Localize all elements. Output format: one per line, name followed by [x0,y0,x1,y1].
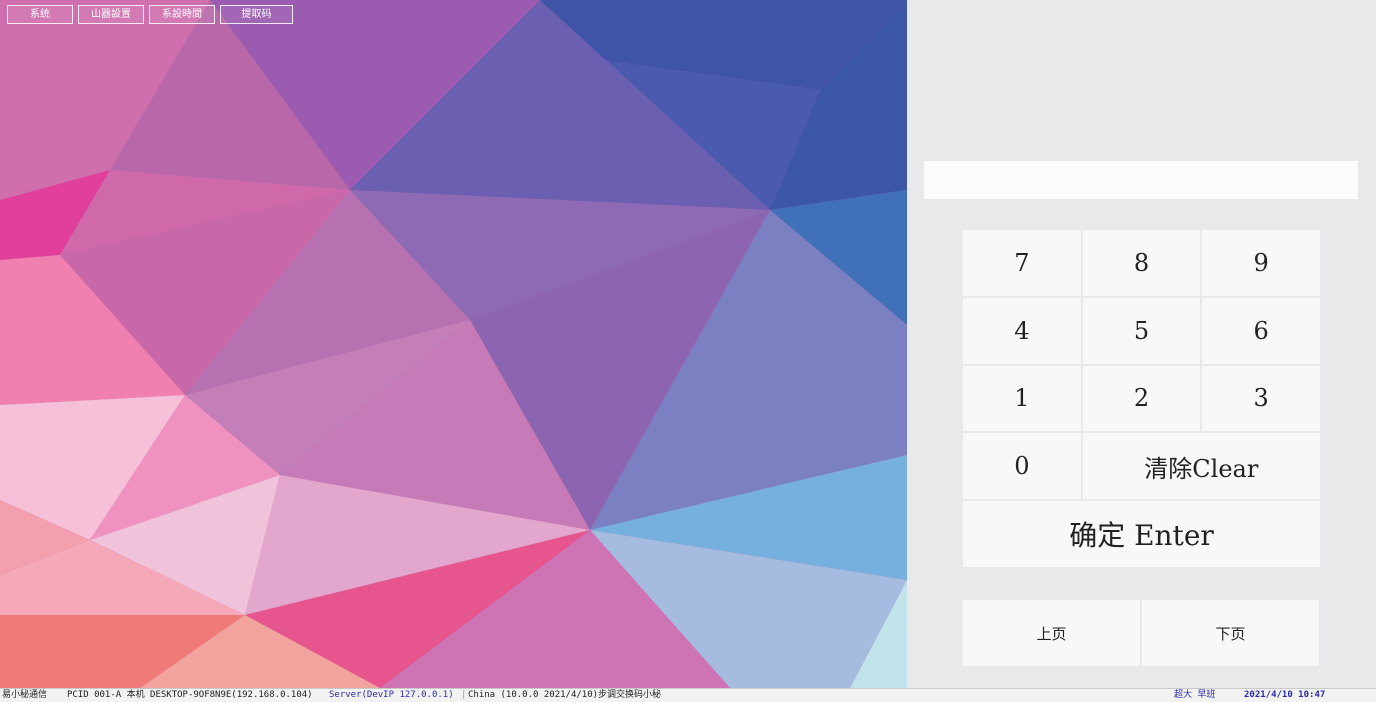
key-5[interactable]: 5 [1082,297,1201,364]
key-4[interactable]: 4 [963,297,1081,364]
code-input[interactable] [924,161,1358,199]
status-user: 超大 早班 [1174,690,1216,700]
wallpaper-panel: 系统 山器設置 系設時間 提取码 [0,0,907,688]
key-6[interactable]: 6 [1202,297,1320,364]
key-0[interactable]: 0 [963,433,1081,500]
numeric-keypad: 7 8 9 4 5 6 1 2 3 0 清除Clear 确定 Enter [963,230,1320,567]
status-bar: 易小秘通信 PCID 001-A 本机 DESKTOP-9OF8N9E(192.… [0,688,1376,702]
next-page-button[interactable]: 下页 [1142,600,1319,666]
key-8[interactable]: 8 [1082,230,1201,296]
key-1[interactable]: 1 [963,365,1081,432]
status-app-name: 易小秘通信 [2,690,48,700]
status-server: Server(DevIP 127.0.0.1) [329,690,454,700]
menu-system-button[interactable]: 系统 [7,5,73,24]
status-datetime: 2021/4/10 10:47 [1244,690,1326,700]
key-2[interactable]: 2 [1082,365,1201,432]
pager: 上页 下页 [963,600,1319,666]
status-region-info: China (10.0.0 2021/4/10)步调交换码小秘 [468,690,662,700]
lowpoly-background [0,0,907,688]
status-separator: | [461,690,467,700]
key-3[interactable]: 3 [1202,365,1320,432]
menu-device-settings-button[interactable]: 山器設置 [78,5,144,24]
key-7[interactable]: 7 [963,230,1081,296]
status-pc-id: PCID 001-A 本机 DESKTOP-9OF8N9E(192.168.0.… [67,690,313,700]
menu-pickup-code-button[interactable]: 提取码 [220,5,293,24]
keypad-panel: 7 8 9 4 5 6 1 2 3 0 清除Clear 确定 Enter 上页 … [907,0,1376,688]
key-9[interactable]: 9 [1202,230,1320,296]
prev-page-button[interactable]: 上页 [963,600,1140,666]
menu-time-settings-button[interactable]: 系設時間 [149,5,215,24]
enter-button[interactable]: 确定 Enter [963,501,1320,567]
clear-button[interactable]: 清除Clear [1082,433,1320,500]
top-menu-bar: 系统 山器設置 系設時間 提取码 [7,5,293,24]
